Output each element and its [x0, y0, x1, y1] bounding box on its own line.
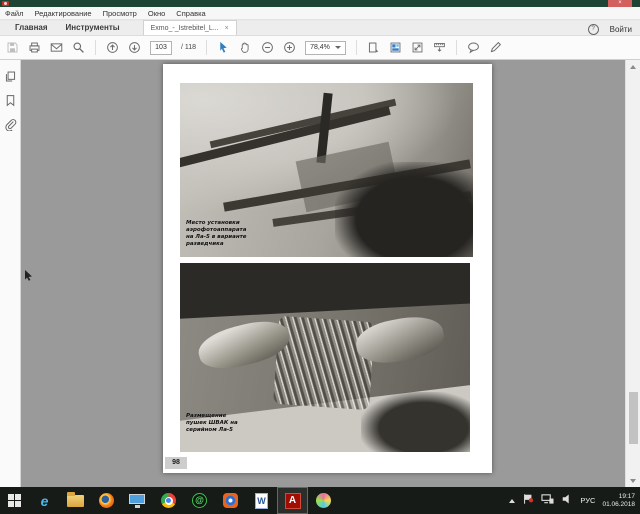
photo-camera-mount: Место установки аэрофотоаппарата на Ла-5…	[180, 83, 473, 257]
page-total-label: / 118	[181, 44, 196, 51]
comment-icon[interactable]	[467, 41, 480, 54]
photo-shvak-guns: Размещение пушек ШВАК на серийном Ла-5	[180, 263, 470, 452]
taskbar-mail-agent[interactable]: @	[184, 487, 215, 514]
vertical-scrollbar[interactable]	[625, 60, 640, 487]
photo2-detail	[180, 263, 470, 319]
scroll-down-arrow[interactable]	[626, 474, 640, 487]
select-tool-icon[interactable]	[217, 41, 230, 54]
start-button[interactable]	[0, 487, 29, 514]
network-icon[interactable]	[541, 492, 554, 510]
taskbar-this-pc[interactable]	[122, 487, 153, 514]
attachments-icon[interactable]	[4, 118, 17, 131]
tabbar-right-group: ? Войти	[588, 23, 632, 35]
hand-tool-icon[interactable]	[239, 41, 252, 54]
photo2-detail	[361, 392, 470, 452]
language-indicator[interactable]: РУС	[580, 496, 595, 505]
email-icon[interactable]	[50, 41, 63, 54]
toolbar-separator	[356, 40, 357, 55]
tab-close-icon[interactable]: ×	[225, 25, 229, 32]
word-document-icon: W	[255, 493, 268, 509]
zoom-out-icon[interactable]	[261, 41, 274, 54]
pdf-page: Место установки аэрофотоаппарата на Ла-5…	[163, 64, 492, 473]
title-bar: ×	[0, 0, 640, 7]
scroll-up-arrow[interactable]	[626, 60, 640, 73]
toolbar: 103 / 118 78,4%	[0, 36, 640, 60]
menu-bar: Файл Редактирование Просмотр Окно Справк…	[0, 7, 640, 20]
caption-shvak-guns: Размещение пушек ШВАК на серийном Ла-5	[186, 413, 238, 434]
chrome-icon	[161, 493, 176, 508]
menu-file[interactable]: Файл	[5, 9, 23, 18]
volume-icon[interactable]	[561, 492, 573, 510]
internet-explorer-icon: e	[41, 494, 49, 508]
page-thumbnails-icon[interactable]	[4, 70, 17, 83]
fullscreen-icon[interactable]	[411, 41, 424, 54]
photo2-detail	[353, 312, 447, 369]
palette-icon	[316, 493, 331, 508]
menu-help[interactable]: Справка	[176, 9, 205, 18]
firefox-icon	[99, 493, 114, 508]
acrobat-window: × Файл Редактирование Просмотр Окно Спра…	[0, 0, 640, 514]
caption-camera-mount: Место установки аэрофотоаппарата на Ла-5…	[186, 220, 247, 248]
acrobat-app-icon	[2, 1, 9, 6]
zoom-level-dropdown[interactable]: 78,4%	[305, 41, 346, 55]
windows-logo-icon	[8, 494, 21, 507]
toolbar-separator	[206, 40, 207, 55]
hidden-icons-chevron[interactable]	[509, 499, 515, 503]
clock[interactable]: 19:17 01.06.2018	[602, 493, 635, 508]
scrolling-mode-icon[interactable]	[367, 41, 380, 54]
tab-document[interactable]: Exmo_-_Istrebitel_L... ×	[143, 20, 237, 35]
eye-icon	[223, 493, 238, 508]
tab-bar: Главная Инструменты Exmo_-_Istrebitel_L.…	[0, 21, 640, 36]
photo1-detail	[335, 162, 473, 257]
chevron-down-icon	[335, 46, 341, 49]
tab-tools[interactable]: Инструменты	[57, 21, 129, 35]
taskbar-chrome[interactable]	[153, 487, 184, 514]
photo2-detail	[273, 316, 375, 410]
mouse-cursor	[25, 268, 33, 286]
mail-agent-icon: @	[192, 493, 207, 508]
zoom-level-value: 78,4%	[310, 44, 330, 51]
taskbar-file-explorer[interactable]	[60, 487, 91, 514]
clock-date: 01.06.2018	[602, 501, 635, 509]
bookmarks-icon[interactable]	[4, 94, 17, 107]
taskbar-photo-viewer[interactable]	[215, 487, 246, 514]
folder-icon	[67, 495, 84, 507]
printed-page-number: 98	[165, 457, 187, 469]
page-number-input[interactable]: 103	[150, 41, 172, 55]
action-center-flag-icon[interactable]	[522, 492, 534, 510]
search-icon[interactable]	[72, 41, 85, 54]
taskbar-word[interactable]: W	[246, 487, 277, 514]
taskbar-paint-app[interactable]	[308, 487, 339, 514]
system-tray: РУС 19:17 01.06.2018	[509, 492, 640, 510]
previous-page-icon[interactable]	[106, 41, 119, 54]
sign-in-button[interactable]: Войти	[610, 25, 632, 34]
menu-view[interactable]: Просмотр	[103, 9, 137, 18]
help-icon[interactable]: ?	[588, 24, 599, 35]
menu-edit[interactable]: Редактирование	[34, 9, 91, 18]
menu-window[interactable]: Окно	[148, 9, 165, 18]
taskbar-firefox[interactable]	[91, 487, 122, 514]
pencil-icon[interactable]	[489, 41, 502, 54]
window-close-button[interactable]: ×	[608, 0, 632, 7]
tab-document-label: Exmo_-_Istrebitel_L...	[151, 25, 219, 32]
print-icon[interactable]	[28, 41, 41, 54]
computer-icon	[129, 494, 146, 508]
document-view-area[interactable]: Место установки аэрофотоаппарата на Ла-5…	[21, 60, 625, 487]
toolbar-separator	[95, 40, 96, 55]
clock-time: 19:17	[602, 493, 635, 501]
scrollbar-thumb[interactable]	[629, 392, 638, 444]
next-page-icon[interactable]	[128, 41, 141, 54]
zoom-in-icon[interactable]	[283, 41, 296, 54]
tab-home[interactable]: Главная	[6, 21, 57, 35]
page-view-icon[interactable]	[389, 41, 402, 54]
photo1-detail	[210, 99, 397, 149]
measure-tool-icon[interactable]	[433, 41, 446, 54]
navigation-sidebar	[0, 60, 21, 487]
taskbar-acrobat-active[interactable]: A	[277, 487, 308, 514]
acrobat-icon: A	[285, 493, 301, 509]
taskbar-internet-explorer[interactable]: e	[29, 487, 60, 514]
windows-taskbar: e @ W A	[0, 487, 640, 514]
save-icon[interactable]	[6, 41, 19, 54]
toolbar-separator	[456, 40, 457, 55]
